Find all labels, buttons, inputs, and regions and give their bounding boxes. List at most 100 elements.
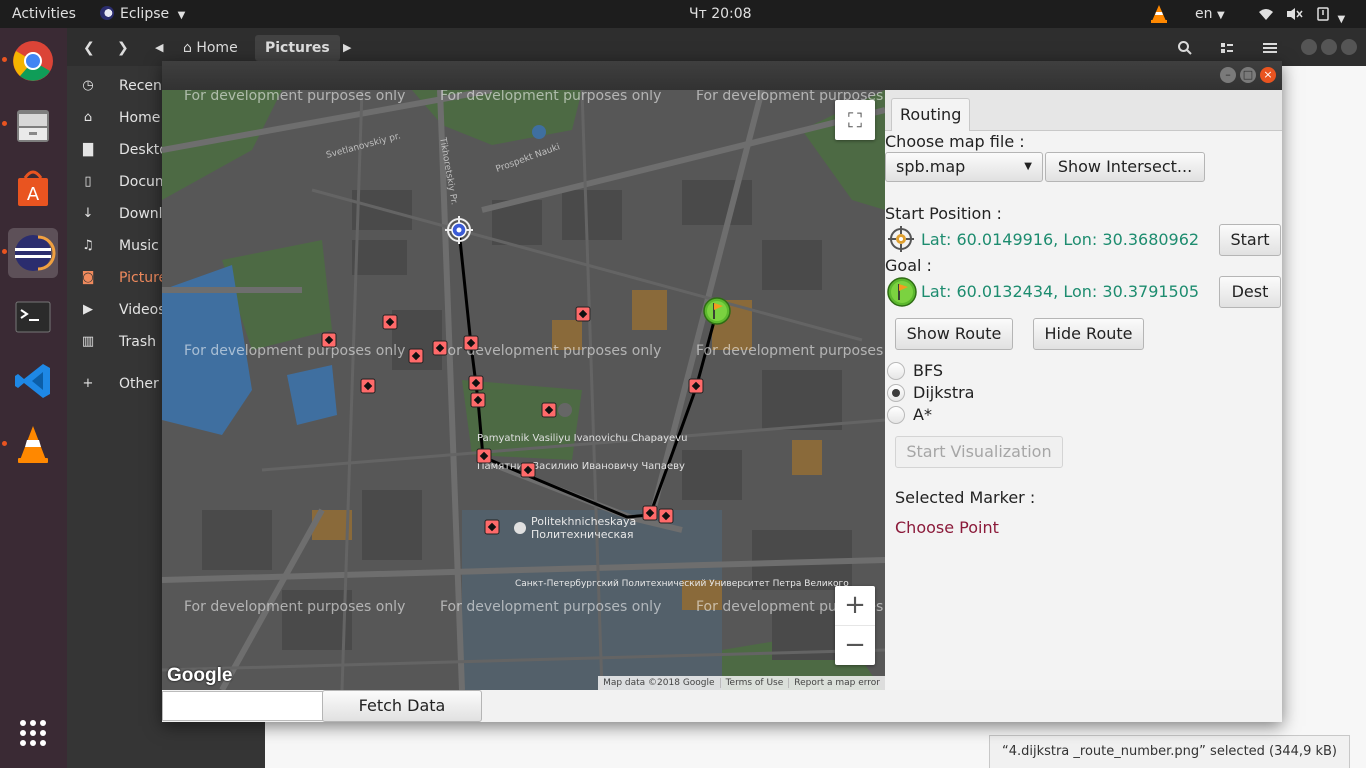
breadcrumb-pictures[interactable]: Pictures <box>255 35 340 61</box>
download-icon: ↓ <box>82 206 94 221</box>
intersection-marker[interactable] <box>658 508 674 524</box>
language-label: en <box>1195 6 1213 22</box>
maximize-icon[interactable]: □ <box>1240 67 1256 83</box>
zoom-control: + − <box>835 586 875 665</box>
map-file-value: spb.map <box>896 157 966 176</box>
volume-muted-icon[interactable] <box>1286 0 1304 28</box>
start-marker-icon[interactable] <box>445 216 473 244</box>
breadcrumb-home[interactable]: ⌂ Home <box>177 35 244 61</box>
show-route-button[interactable]: Show Route <box>895 318 1013 350</box>
forward-icon[interactable]: ❯ <box>117 35 129 61</box>
path-left-arrow-icon[interactable]: ◀ <box>155 35 163 61</box>
intersection-marker[interactable] <box>408 348 424 364</box>
video-icon: ▶ <box>83 302 93 317</box>
app-titlebar[interactable]: – □ × <box>162 61 1282 90</box>
intersection-marker[interactable] <box>468 375 484 391</box>
show-intersections-button[interactable]: Show Intersect... <box>1045 152 1205 182</box>
files-launcher-icon[interactable] <box>8 100 58 150</box>
zoom-out-button[interactable]: − <box>835 626 875 665</box>
goal-flag-icon[interactable] <box>703 297 731 325</box>
search-icon[interactable] <box>1177 35 1193 61</box>
routing-app-window: – □ × Svetlanovskiy pr. Prospekt Nauki T… <box>162 61 1282 722</box>
selected-marker-label: Selected Marker : <box>895 488 1036 507</box>
eclipse-launcher-icon[interactable] <box>8 228 58 278</box>
sidebar-item-label: Trash <box>119 334 156 350</box>
marker-layer <box>321 216 731 535</box>
map-view[interactable]: Svetlanovskiy pr. Prospekt Nauki Tikhore… <box>162 90 885 690</box>
hide-route-button[interactable]: Hide Route <box>1033 318 1144 350</box>
intersection-marker[interactable] <box>463 335 479 351</box>
intersection-marker[interactable] <box>575 306 591 322</box>
tab-routing[interactable]: Routing <box>891 98 971 131</box>
running-indicator <box>2 57 7 62</box>
clock[interactable]: Чт 20:08 <box>689 0 752 28</box>
vlc-tray-icon[interactable] <box>1150 0 1168 28</box>
wifi-icon[interactable] <box>1258 0 1274 28</box>
start-position-label: Start Position : <box>885 204 1002 223</box>
intersection-marker[interactable] <box>484 519 500 535</box>
intersection-marker[interactable] <box>520 462 536 478</box>
close-icon[interactable] <box>1341 39 1357 55</box>
fetch-data-button[interactable]: Fetch Data <box>322 690 482 722</box>
close-icon[interactable]: × <box>1260 67 1276 83</box>
view-options-icon[interactable] <box>1219 35 1235 61</box>
clock-icon: ◷ <box>82 78 94 93</box>
home-icon: ⌂ <box>83 110 93 125</box>
bfs-label[interactable]: BFS <box>913 361 943 380</box>
zoom-in-button[interactable]: + <box>835 586 875 626</box>
app-menu-label: Eclipse <box>120 6 170 22</box>
astar-radio[interactable] <box>887 406 905 424</box>
chevron-down-icon: ▼ <box>177 10 186 21</box>
sidebar-item-label: Home <box>119 110 161 126</box>
software-center-launcher-icon[interactable]: A <box>8 164 58 214</box>
chrome-launcher-icon[interactable] <box>8 36 58 86</box>
chevron-down-icon: ▼ <box>1024 161 1032 172</box>
goal-coordinates: Lat: 60.0132434, Lon: 30.3791505 <box>921 282 1200 301</box>
intersection-marker[interactable] <box>382 314 398 330</box>
intersection-marker[interactable] <box>541 402 557 418</box>
music-icon: ♫ <box>82 238 94 253</box>
report-error-link[interactable]: Report a map error <box>788 678 885 688</box>
dest-button[interactable]: Dest <box>1219 276 1281 308</box>
sidebar-item-label: Recent <box>119 78 168 94</box>
start-visualization-button[interactable]: Start Visualization <box>895 436 1063 468</box>
minimize-icon[interactable] <box>1301 39 1317 55</box>
intersection-marker[interactable] <box>360 378 376 394</box>
start-button[interactable]: Start <box>1219 224 1281 256</box>
terminal-launcher-icon[interactable] <box>8 292 58 342</box>
launcher-dock: A <box>0 28 67 768</box>
intersection-marker[interactable] <box>432 340 448 356</box>
sidebar-item-label: Videos <box>119 302 166 318</box>
bottom-bar: Fetch Data <box>162 690 1282 722</box>
maximize-icon[interactable] <box>1321 39 1337 55</box>
power-icon[interactable]: ▼ <box>1316 0 1345 28</box>
intersection-marker[interactable] <box>642 505 658 521</box>
language-indicator[interactable]: en ▼ <box>1195 0 1225 28</box>
path-right-arrow-icon[interactable]: ▶ <box>343 35 351 61</box>
dijkstra-label[interactable]: Dijkstra <box>913 383 974 402</box>
start-coordinates: Lat: 60.0149916, Lon: 30.3680962 <box>921 230 1200 249</box>
menu-icon[interactable] <box>1263 35 1277 61</box>
fetch-input[interactable] <box>162 691 324 721</box>
vscode-launcher-icon[interactable] <box>8 356 58 406</box>
running-indicator <box>2 441 7 446</box>
intersection-marker[interactable] <box>688 378 704 394</box>
minimize-icon[interactable]: – <box>1220 67 1236 83</box>
intersection-marker[interactable] <box>470 392 486 408</box>
app-menu[interactable]: Eclipse ▼ <box>100 0 185 28</box>
fullscreen-icon[interactable]: ⛶ <box>835 100 875 140</box>
running-indicator <box>2 249 7 254</box>
back-icon[interactable]: ❮ <box>83 35 95 61</box>
intersection-marker[interactable] <box>476 448 492 464</box>
vlc-launcher-icon[interactable] <box>8 420 58 470</box>
astar-label[interactable]: A* <box>913 405 932 424</box>
dijkstra-radio[interactable] <box>887 384 905 402</box>
map-file-select[interactable]: spb.map ▼ <box>885 152 1043 182</box>
show-applications-icon[interactable] <box>8 708 58 758</box>
terms-of-use-link[interactable]: Terms of Use <box>719 678 789 688</box>
map-attribution: Map data ©2018 Google Terms of Use Report … <box>598 676 885 690</box>
bfs-radio[interactable] <box>887 362 905 380</box>
eclipse-icon <box>100 6 114 20</box>
activities-button[interactable]: Activities <box>12 0 76 28</box>
intersection-marker[interactable] <box>321 332 337 348</box>
